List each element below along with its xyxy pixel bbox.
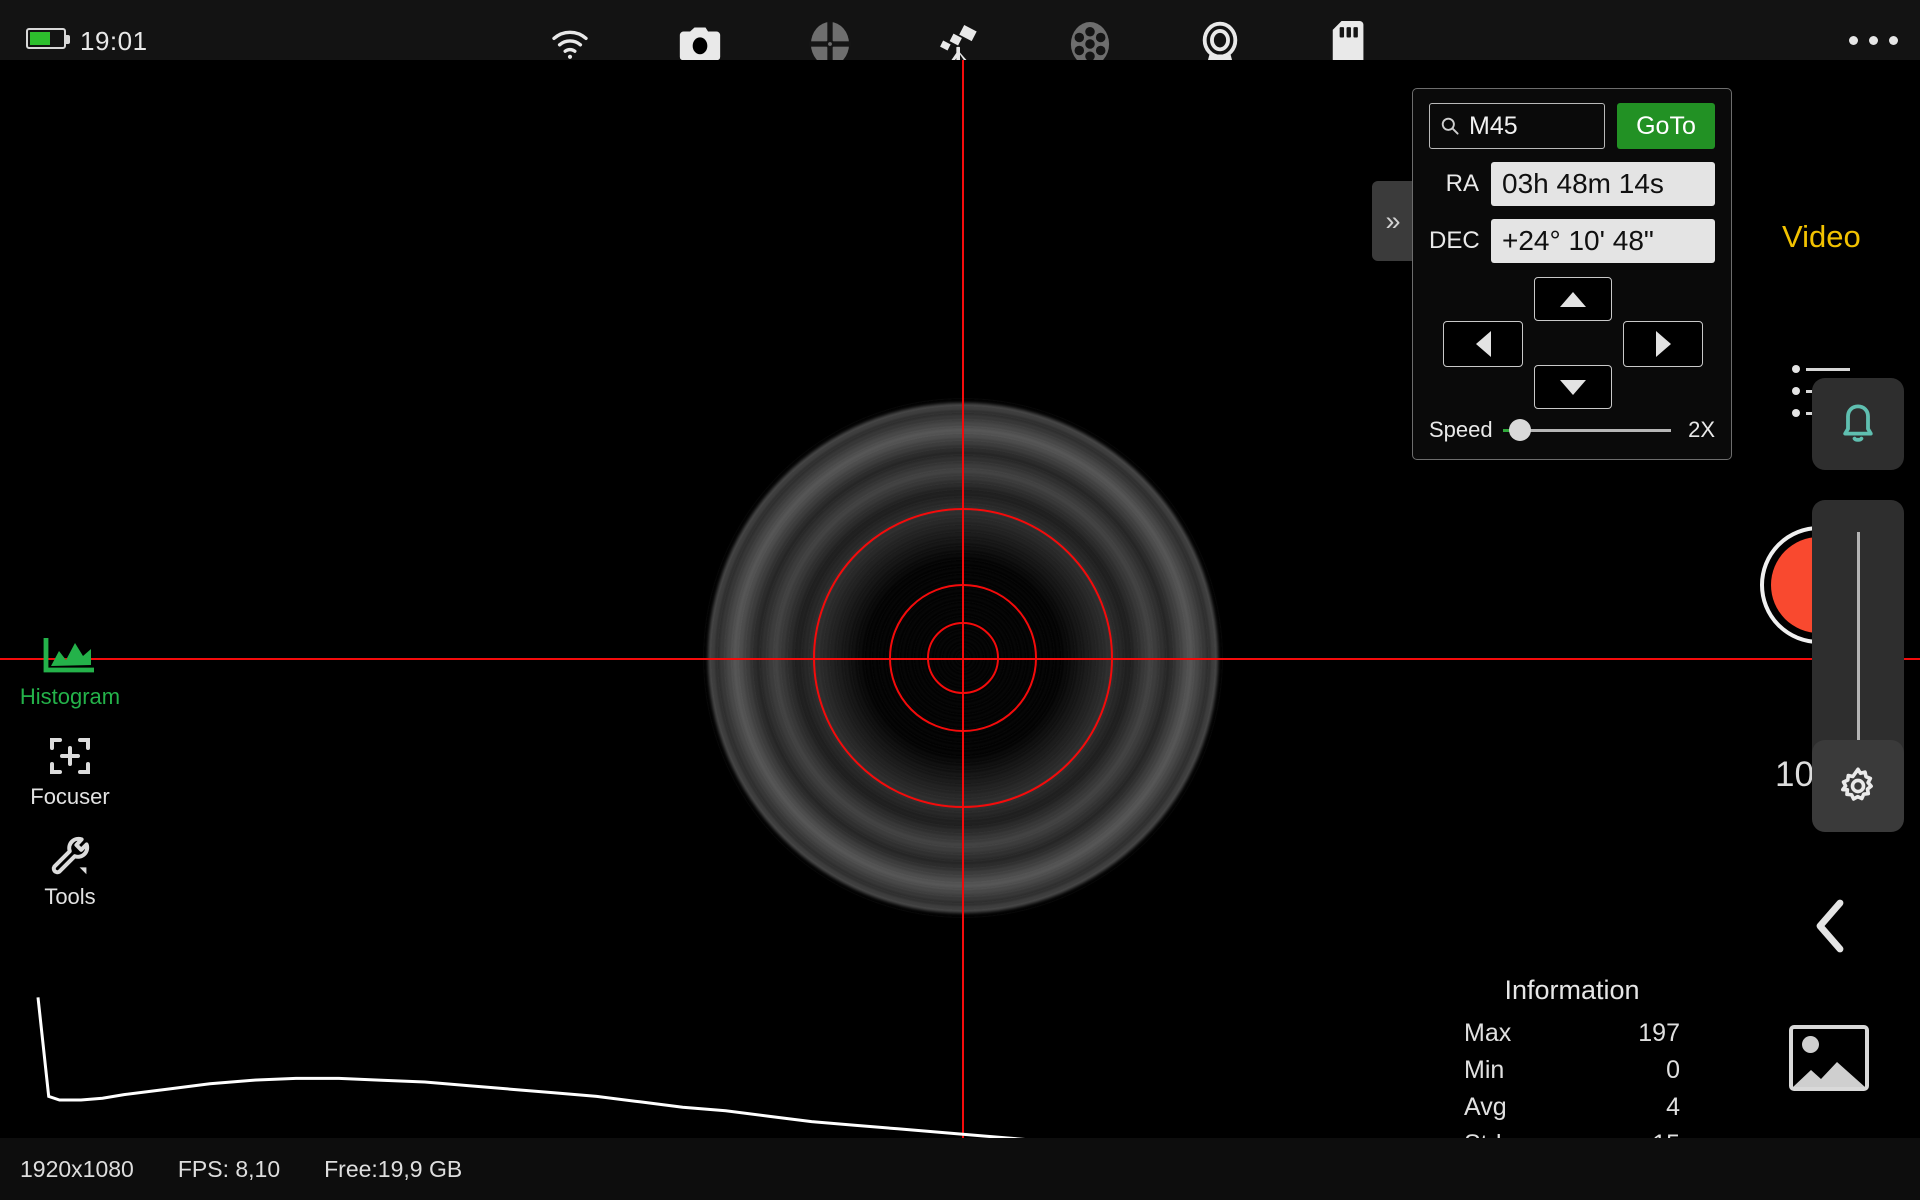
focus-frame-icon <box>0 734 140 778</box>
goto-search-row: M45 GoTo <box>1429 103 1715 149</box>
left-arrow-icon <box>1475 331 1491 357</box>
histogram-plot <box>0 980 1420 1140</box>
gallery-thumbnail-icon[interactable] <box>1789 1025 1869 1091</box>
information-panel: Information Max 197 Min 0 Avg 4 Std 15 <box>1452 975 1692 1140</box>
dec-input[interactable]: +24° 10' 48" <box>1491 219 1715 263</box>
speed-label: Speed <box>1429 417 1493 442</box>
info-value-avg: 4 <box>1666 1093 1680 1121</box>
speed-slider-handle[interactable] <box>1508 419 1531 441</box>
info-label-min: Min <box>1464 1056 1505 1084</box>
status-resolution: 1920x1080 <box>20 1155 134 1182</box>
dpad-up-button[interactable] <box>1534 277 1612 321</box>
ra-input[interactable]: 03h 48m 14s <box>1491 162 1715 206</box>
dec-label: DEC <box>1429 227 1480 254</box>
ra-row: RA 03h 48m 14s <box>1429 162 1715 206</box>
bottom-status-bar: 1920x1080 FPS: 8,10 Free:19,9 GB <box>0 1138 1920 1200</box>
information-title: Information <box>1504 975 1640 1005</box>
ra-label: RA <box>1445 170 1479 197</box>
wrench-icon <box>0 834 140 878</box>
capture-mode-label[interactable]: Video <box>1782 219 1861 255</box>
goto-button[interactable]: GoTo <box>1617 103 1715 149</box>
goto-panel-collapse-button[interactable]: » <box>1372 181 1414 261</box>
up-arrow-icon <box>1560 291 1586 307</box>
histogram-curve <box>36 997 1050 1140</box>
rail-item-focuser[interactable]: Focuser <box>0 720 140 820</box>
search-input-value: M45 <box>1469 111 1518 140</box>
rail-label-focuser: Focuser <box>30 784 110 809</box>
rail-item-histogram[interactable]: Histogram <box>0 620 140 720</box>
speed-value: 2X <box>1688 417 1715 442</box>
reticle-circle-inner <box>927 622 999 694</box>
info-row-min: Min 0 <box>1452 1052 1692 1089</box>
settings-gear-icon[interactable] <box>1812 740 1904 832</box>
info-value-max: 197 <box>1638 1019 1680 1047</box>
status-fps: FPS: 8,10 <box>177 1155 281 1182</box>
right-arrow-icon <box>1655 331 1671 357</box>
histogram-icon <box>0 634 140 678</box>
dpad-left-button[interactable] <box>1443 321 1523 367</box>
info-row-max: Max 197 <box>1452 1015 1692 1052</box>
search-input[interactable]: M45 <box>1429 103 1605 149</box>
dpad-down-button[interactable] <box>1534 365 1612 409</box>
chevron-left-icon[interactable] <box>1808 895 1854 957</box>
info-row-avg: Avg 4 <box>1452 1089 1692 1126</box>
info-label-avg: Avg <box>1464 1093 1507 1121</box>
app-root: 19:01 Histogram Focuser Tools Informatio… <box>0 0 1920 1200</box>
down-arrow-icon <box>1560 379 1586 395</box>
direction-pad <box>1429 277 1715 409</box>
info-value-min: 0 <box>1666 1056 1680 1084</box>
dec-row: DEC +24° 10' 48" <box>1429 219 1715 263</box>
gallery-mountain-shape <box>1793 1062 1865 1087</box>
speed-control: Speed 2X <box>1429 417 1715 443</box>
dpad-right-button[interactable] <box>1623 321 1703 367</box>
search-icon <box>1441 117 1459 135</box>
rail-item-tools[interactable]: Tools <box>0 820 140 920</box>
rail-label-histogram: Histogram <box>19 684 121 709</box>
left-tool-rail: Histogram Focuser Tools <box>0 620 140 920</box>
status-free-space: Free:19,9 GB <box>324 1155 463 1182</box>
rail-label-tools: Tools <box>44 884 96 909</box>
goto-panel: M45 GoTo RA 03h 48m 14s DEC +24° 10' 48"… <box>1412 88 1732 460</box>
speed-slider[interactable] <box>1502 419 1671 441</box>
info-label-max: Max <box>1464 1019 1512 1047</box>
bell-icon[interactable] <box>1812 378 1904 470</box>
